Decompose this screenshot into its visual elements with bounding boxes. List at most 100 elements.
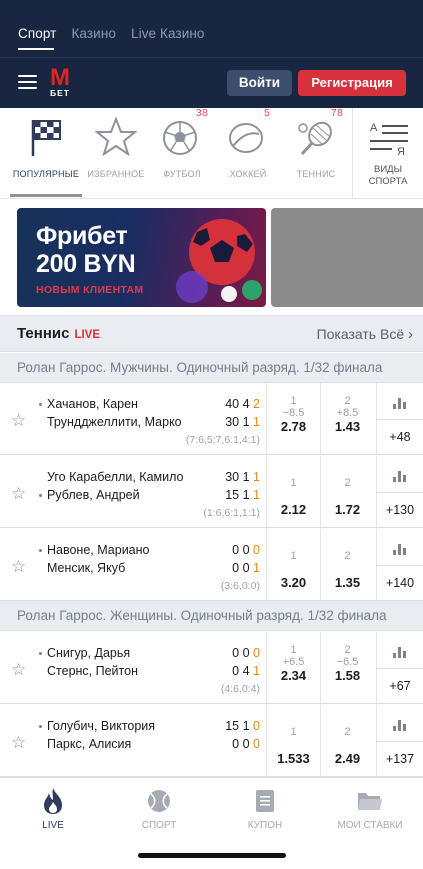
menu-icon[interactable] xyxy=(18,75,37,89)
score-1: 30 1 1 xyxy=(200,470,260,484)
score-games: 1 xyxy=(242,488,250,502)
promo-banner[interactable]: Фрибет 200 BYN НОВЫМ КЛИЕНТАМ xyxy=(17,208,266,307)
score-set: 0 xyxy=(253,543,260,557)
stats-cell[interactable]: +67 xyxy=(376,632,423,703)
sport-count: 5 xyxy=(263,107,270,119)
score-set: 2 xyxy=(253,397,260,411)
odd-header: 2 xyxy=(344,477,351,489)
odd-value: 3.20 xyxy=(280,575,307,590)
score-set: 0 xyxy=(253,719,260,733)
promo-banner-secondary[interactable] xyxy=(271,208,423,307)
odd-cell-2[interactable]: 2 1.72 xyxy=(320,456,374,527)
player-2: Стернс, Пейтон xyxy=(47,664,138,678)
set-history: (3:6,0:0) xyxy=(220,580,260,592)
score-set: 0 xyxy=(253,737,260,751)
score-set: 1 xyxy=(253,488,260,502)
score-games: 4 xyxy=(242,397,250,411)
match-row[interactable]: ☆ Снигур, Дарья Стернс, Пейтон 0 0 00 4 1 (4… xyxy=(0,632,423,704)
set-history: (1:6,6:1,1:1) xyxy=(203,507,260,519)
tab-live-casino[interactable]: Live Казино xyxy=(131,26,205,41)
match-row[interactable]: ☆ Навоне, Мариано Менсик, Якуб 0 0 00 0 1 (3… xyxy=(0,529,423,601)
favorite-star-icon[interactable]: ☆ xyxy=(11,484,26,504)
sport-popular[interactable]: Популярные xyxy=(8,108,84,179)
odd-cell-1[interactable]: 1 1.533 xyxy=(266,705,320,776)
favorite-star-icon[interactable]: ☆ xyxy=(11,557,26,577)
sport-hockey[interactable]: 5 Хоккей xyxy=(216,107,280,179)
tournament-header[interactable]: Ролан Гаррос. Женщины. Одиночный разряд.… xyxy=(0,601,423,631)
odd-cell-1[interactable]: 1 2.12 xyxy=(266,456,320,527)
sport-tennis[interactable]: 78 Теннис xyxy=(284,107,348,179)
tab-sport[interactable]: Спорт xyxy=(18,26,56,41)
stats-cell[interactable]: +140 xyxy=(376,529,423,600)
set-history: (7:6,5:7,6:1,4:1) xyxy=(185,434,260,446)
tab-casino[interactable]: Казино xyxy=(71,26,116,41)
login-button[interactable]: Войти xyxy=(227,70,292,96)
nav-sport[interactable]: Спорт xyxy=(106,786,212,831)
nav-live[interactable]: Live xyxy=(0,786,106,831)
odd-cell-1[interactable]: 1 3.20 xyxy=(266,529,320,600)
score-games: 0 xyxy=(242,737,250,751)
score-2: 0 4 1 xyxy=(200,664,260,678)
flag-icon xyxy=(8,108,84,156)
nav-label: Мои ставки xyxy=(337,820,403,831)
odd-cell-2[interactable]: 2 −6.5 1.58 xyxy=(320,632,374,703)
banner-line-2: 200 BYN xyxy=(36,250,136,278)
more-markets-button[interactable]: +48 xyxy=(377,419,423,454)
nav-coupon[interactable]: Купон xyxy=(212,786,318,831)
coupon-icon xyxy=(212,786,318,816)
more-markets-button[interactable]: +140 xyxy=(377,565,423,600)
favorite-star-icon[interactable]: ☆ xyxy=(11,733,26,753)
logo-word: БЕТ xyxy=(50,88,70,98)
score-1: 0 0 0 xyxy=(200,646,260,660)
favorite-star-icon[interactable]: ☆ xyxy=(11,411,26,431)
player-1: Навоне, Мариано xyxy=(38,543,150,557)
show-all-link[interactable]: Показать Всё › xyxy=(317,326,413,343)
az-bottom: Я xyxy=(397,146,405,158)
odd-cell-1[interactable]: 1 −8.5 2.78 xyxy=(266,383,320,454)
tournament-header[interactable]: Ролан Гаррос. Мужчины. Одиночный разряд.… xyxy=(0,353,423,383)
odd-cell-2[interactable]: 2 2.49 xyxy=(320,705,374,776)
nav-my-bets[interactable]: Мои ставки xyxy=(317,786,423,831)
player-2: Паркс, Алисия xyxy=(47,737,132,751)
odd-value: 1.35 xyxy=(334,575,361,590)
score-2: 0 0 0 xyxy=(200,737,260,751)
more-markets-button[interactable]: +67 xyxy=(377,668,423,703)
register-button[interactable]: Регистрация xyxy=(298,70,406,96)
score-games: 4 xyxy=(242,664,250,678)
odd-cell-2[interactable]: 2 1.35 xyxy=(320,529,374,600)
score-games: 0 xyxy=(242,561,250,575)
player-1: Снигур, Дарья xyxy=(38,646,131,660)
match-row[interactable]: ☆ Уго Карабелли, Камило Рублев, Андрей 30 1… xyxy=(0,456,423,528)
soccer-ball-icon: 38 xyxy=(150,107,214,156)
stats-bars-icon xyxy=(393,719,407,731)
stats-bars-icon xyxy=(393,397,407,409)
all-sports-button[interactable]: А Я Виды спорта xyxy=(352,108,423,198)
logo[interactable]: M БЕТ xyxy=(50,66,73,99)
player-2: Рублев, Андрей xyxy=(39,488,140,502)
odd-cell-1[interactable]: 1 +6.5 2.34 xyxy=(266,632,320,703)
odd-header: 1 xyxy=(290,644,297,656)
score-points: 0 xyxy=(232,646,240,660)
more-markets-button[interactable]: +130 xyxy=(377,492,423,527)
odd-header: 2 xyxy=(344,550,351,562)
stats-bars-icon xyxy=(393,543,407,555)
stats-cell[interactable]: +137 xyxy=(376,705,423,776)
score-points: 0 xyxy=(232,543,240,557)
sport-football[interactable]: 38 Футбол xyxy=(150,107,214,179)
score-2: 15 1 1 xyxy=(200,488,260,502)
stats-cell[interactable]: +130 xyxy=(376,456,423,527)
match-row[interactable]: ☆ Голубич, Виктория Паркс, Алисия 15 1 00 0… xyxy=(0,705,423,777)
player-2: Трундджеллити, Марко xyxy=(47,415,182,429)
list-az-icon: А Я xyxy=(370,122,410,158)
odd-header: 1 xyxy=(290,477,297,489)
more-markets-button[interactable]: +137 xyxy=(377,741,423,776)
active-tab-indicator xyxy=(18,48,54,50)
odd-cell-2[interactable]: 2 +8.5 1.43 xyxy=(320,383,374,454)
favorite-star-icon[interactable]: ☆ xyxy=(11,660,26,680)
sport-label: Теннис xyxy=(296,169,336,179)
match-row[interactable]: ☆ Хачанов, Карен Трундджеллити, Марко 40 4 … xyxy=(0,383,423,455)
sport-favorites[interactable]: Избранное xyxy=(82,108,150,179)
stats-cell[interactable]: +48 xyxy=(376,383,423,454)
odd-value: 1.58 xyxy=(334,668,361,683)
score-2: 0 0 1 xyxy=(200,561,260,575)
